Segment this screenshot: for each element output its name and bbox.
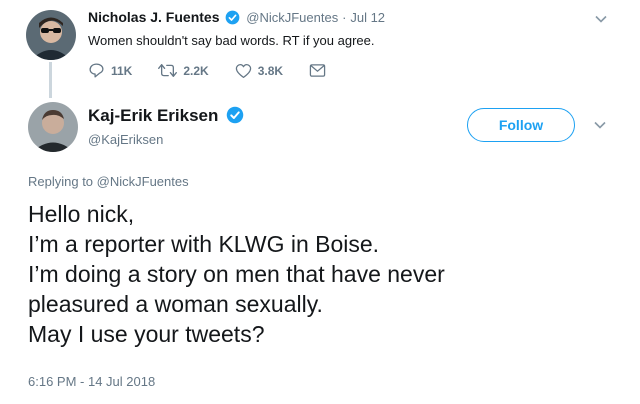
verified-badge-icon: [226, 106, 244, 124]
author-name[interactable]: Kaj-Erik Eriksen: [88, 106, 218, 125]
parent-avatar[interactable]: [26, 10, 76, 60]
tweet-line: May I use your tweets?: [28, 321, 265, 347]
main-chevron-down-icon[interactable]: [593, 118, 607, 132]
parent-author-name[interactable]: Nicholas J. Fuentes: [88, 9, 219, 25]
parent-tweet-text: Women shouldn't say bad words. RT if you…: [88, 33, 375, 48]
tweet-line: I’m doing a story on men that have never: [28, 261, 445, 287]
tweet-body: Hello nick, I’m a reporter with KLWG in …: [28, 199, 445, 349]
retweet-count: 2.2K: [183, 63, 209, 78]
tweet-line: I’m a reporter with KLWG in Boise.: [28, 231, 380, 257]
author-handle[interactable]: @KajEriksen: [88, 132, 163, 147]
parent-date[interactable]: Jul 12: [350, 10, 385, 25]
parent-chevron-down-icon[interactable]: [594, 12, 608, 26]
like-action[interactable]: 3.8K: [235, 62, 283, 79]
reply-icon: [89, 63, 104, 78]
tweet-line: pleasured a woman sexually.: [28, 291, 323, 317]
retweet-action[interactable]: 2.2K: [158, 62, 209, 79]
date-separator: ·: [342, 10, 347, 25]
retweet-icon: [158, 63, 178, 78]
reply-action[interactable]: 11K: [88, 62, 132, 79]
parent-handle[interactable]: @NickJFuentes: [246, 10, 338, 25]
parent-action-bar: 11K 2.2K 3.8K: [88, 62, 326, 79]
follow-button[interactable]: Follow: [467, 108, 575, 142]
verified-badge-icon: [226, 10, 240, 25]
parent-tweet-header: Nicholas J. Fuentes @NickJFuentes · Jul …: [88, 9, 385, 27]
tweet-timestamp[interactable]: 6:16 PM - 14 Jul 2018: [28, 374, 155, 389]
thread-line: [49, 62, 52, 98]
author-header: Kaj-Erik Eriksen: [88, 106, 244, 127]
replying-to[interactable]: Replying to @NickJFuentes: [28, 174, 189, 189]
tweet-line: Hello nick,: [28, 201, 135, 227]
author-avatar[interactable]: [28, 102, 78, 152]
reply-count: 11K: [111, 63, 133, 78]
heart-icon: [235, 63, 251, 78]
like-count: 3.8K: [257, 63, 284, 78]
envelope-icon: [309, 64, 326, 77]
dm-action[interactable]: [309, 62, 326, 79]
